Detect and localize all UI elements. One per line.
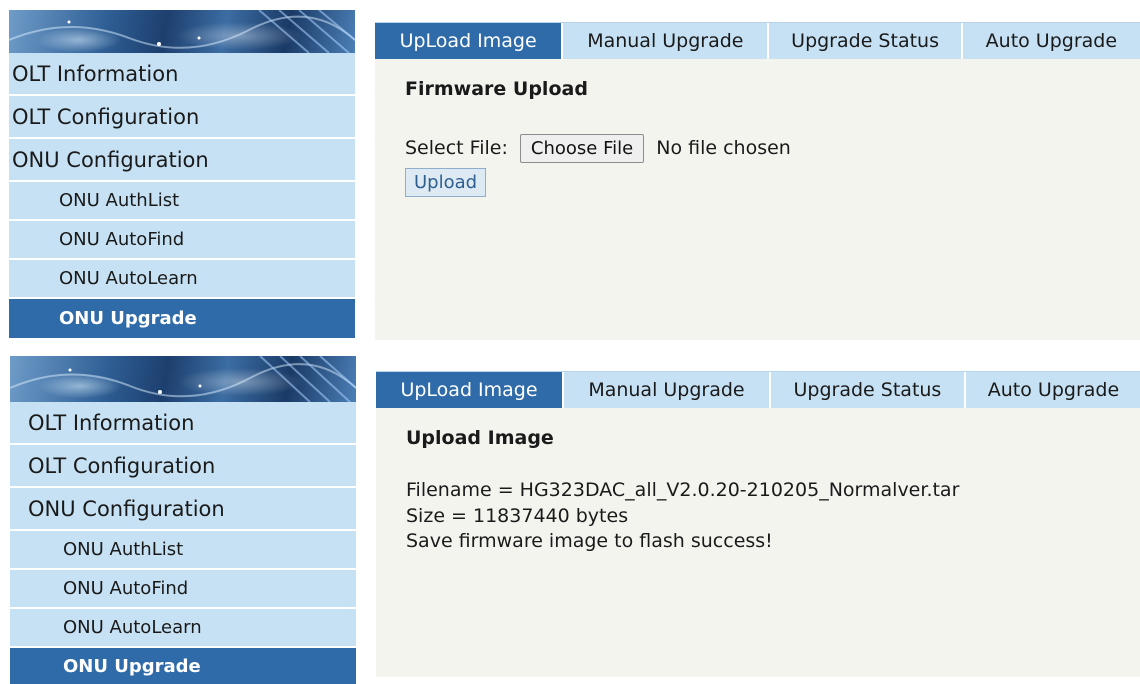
sidebar-item-onu-autofind[interactable]: ONU AutoFind (9, 221, 355, 260)
top-panel: OLT Information OLT Configuration ONU Co… (0, 10, 1140, 340)
upload-button[interactable]: Upload (405, 168, 487, 197)
tab-auto-upgrade[interactable]: Auto Upgrade (963, 372, 1140, 408)
banner-logo (9, 10, 355, 53)
tab-manual-upgrade[interactable]: Manual Upgrade (561, 23, 767, 59)
banner-graphic (10, 356, 356, 402)
section-heading: Firmware Upload (405, 78, 588, 100)
sidebar-item-onu-authlist[interactable]: ONU AuthList (10, 531, 356, 570)
tab-manual-upgrade[interactable]: Manual Upgrade (562, 372, 769, 408)
sidebar-item-onu-autolearn[interactable]: ONU AutoLearn (10, 609, 356, 648)
sidebar-item-onu-autofind[interactable]: ONU AutoFind (10, 570, 356, 609)
select-file-row: Select File: Choose File No file chosen (405, 134, 791, 163)
main-content: UpLoad Image Manual Upgrade Upgrade Stat… (375, 22, 1140, 340)
sidebar-item-olt-configuration[interactable]: OLT Configuration (9, 96, 355, 139)
tab-bar: UpLoad Image Manual Upgrade Upgrade Stat… (375, 22, 1140, 59)
filename-text: Filename = HG323DAC_all_V2.0.20-210205_N… (406, 479, 960, 501)
sidebar: OLT Information OLT Configuration ONU Co… (10, 356, 356, 684)
result-message: Save firmware image to flash success! (406, 530, 773, 552)
section-heading: Upload Image (406, 427, 554, 449)
bottom-panel: OLT Information OLT Configuration ONU Co… (0, 356, 1140, 684)
choose-file-button[interactable]: Choose File (519, 134, 645, 163)
sidebar-item-onu-configuration[interactable]: ONU Configuration (10, 488, 356, 531)
tab-bar: UpLoad Image Manual Upgrade Upgrade Stat… (376, 371, 1140, 408)
sidebar-item-olt-information[interactable]: OLT Information (10, 402, 356, 445)
file-status-text: No file chosen (656, 137, 791, 159)
tab-upload-image[interactable]: UpLoad Image (376, 372, 563, 408)
sidebar-item-onu-upgrade[interactable]: ONU Upgrade (9, 299, 355, 338)
tab-auto-upgrade[interactable]: Auto Upgrade (960, 23, 1140, 59)
tab-upload-image[interactable]: UpLoad Image (375, 23, 562, 59)
tab-upgrade-status[interactable]: Upgrade Status (767, 23, 960, 59)
size-text: Size = 11837440 bytes (406, 505, 629, 527)
sidebar-item-onu-authlist[interactable]: ONU AuthList (9, 182, 355, 221)
sidebar-item-onu-configuration[interactable]: ONU Configuration (9, 139, 355, 182)
banner-logo (10, 356, 356, 402)
select-file-label: Select File: (405, 137, 508, 159)
main-content: UpLoad Image Manual Upgrade Upgrade Stat… (376, 371, 1140, 677)
sidebar-item-olt-configuration[interactable]: OLT Configuration (10, 445, 356, 488)
banner-graphic (9, 10, 355, 53)
sidebar-item-onu-upgrade[interactable]: ONU Upgrade (10, 648, 356, 684)
sidebar-item-onu-autolearn[interactable]: ONU AutoLearn (9, 260, 355, 299)
tab-upgrade-status[interactable]: Upgrade Status (768, 372, 964, 408)
sidebar-item-olt-information[interactable]: OLT Information (9, 53, 355, 96)
sidebar: OLT Information OLT Configuration ONU Co… (9, 10, 355, 338)
